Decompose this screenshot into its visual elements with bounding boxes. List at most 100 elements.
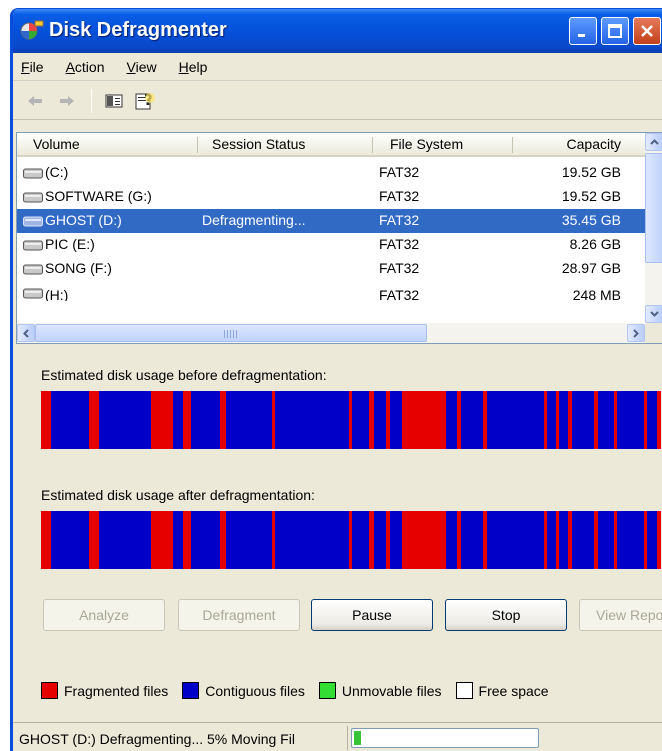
scroll-up-button[interactable] [645, 133, 662, 151]
scroll-down-button[interactable] [645, 305, 662, 323]
legend-label-fragmented: Fragmented files [64, 682, 169, 699]
drive-icon [23, 168, 43, 179]
stop-button[interactable]: Stop [445, 599, 567, 631]
fragmented-segment [369, 511, 374, 569]
back-arrow-icon [28, 95, 42, 106]
toolbar-separator [91, 88, 92, 113]
chevron-up-icon [649, 139, 659, 145]
file-system: FAT32 [379, 188, 420, 204]
volume-list[interactable]: Volume Session Status File System Capaci… [16, 132, 662, 344]
capacity: 19.52 GB [561, 188, 621, 204]
forward-button[interactable] [55, 89, 79, 113]
legend: Fragmented files Contiguous files Unmova… [41, 682, 563, 699]
fragmented-segment [41, 511, 51, 569]
volume-row[interactable]: (H:) FAT32 248 MB [17, 281, 645, 301]
fragmented-segment [386, 391, 390, 449]
chevron-left-icon [23, 328, 29, 338]
maximize-button[interactable] [601, 17, 629, 45]
scroll-left-button[interactable] [17, 324, 35, 342]
title-bar[interactable]: Disk Defragmenter [13, 9, 662, 53]
fragmented-segment [568, 391, 572, 449]
file-system: FAT32 [379, 260, 420, 276]
legend-swatch-fragmented [41, 682, 58, 699]
fragmented-segment [386, 511, 390, 569]
volume-row[interactable]: (C:) FAT32 19.52 GB [17, 161, 645, 185]
column-header-file-system[interactable]: File System [390, 136, 463, 152]
fragmented-segment [89, 511, 99, 569]
volume-name: (C:) [45, 164, 69, 180]
scroll-right-button[interactable] [627, 324, 645, 342]
volume-name: SONG (F:) [45, 260, 112, 276]
minimize-button[interactable] [569, 17, 597, 45]
capacity: 8.26 GB [569, 236, 621, 252]
show-hide-console-tree-button[interactable] [102, 89, 126, 113]
fragmented-segment [151, 511, 173, 569]
fragmented-segment [272, 391, 275, 449]
menu-action[interactable]: Action [66, 59, 105, 75]
volume-name: (H:) [45, 287, 69, 301]
chevron-down-icon [649, 311, 659, 317]
column-header-session-status[interactable]: Session Status [212, 136, 305, 152]
horizontal-scroll-thumb[interactable] [35, 324, 427, 342]
legend-swatch-contiguous [182, 682, 200, 699]
drive-icon [23, 216, 43, 227]
fragmented-segment [644, 391, 647, 449]
defragment-button[interactable]: Defragment [178, 599, 300, 631]
volume-row[interactable]: PIC (E:) FAT32 8.26 GB [17, 233, 645, 257]
close-icon [641, 25, 653, 37]
fragmented-segment [556, 511, 559, 569]
fragmented-segment [272, 511, 275, 569]
volume-list-header: Volume Session Status File System Capaci… [17, 133, 645, 157]
drive-icon [23, 240, 43, 251]
menu-view[interactable]: View [127, 59, 157, 75]
column-header-volume[interactable]: Volume [33, 136, 80, 152]
fragmented-segment [349, 511, 352, 569]
fragmented-segment [614, 391, 617, 449]
volume-name: SOFTWARE (G:) [45, 188, 152, 204]
menu-help[interactable]: Help [179, 59, 208, 75]
progress-fill [354, 731, 364, 745]
chevron-right-icon [633, 328, 639, 338]
analyze-button[interactable]: Analyze [43, 599, 165, 631]
scrollbar-corner [645, 323, 662, 343]
minimize-icon [578, 34, 585, 37]
fragmented-segment [594, 391, 598, 449]
pause-button[interactable]: Pause [311, 599, 433, 631]
fragmented-segment [183, 511, 191, 569]
column-header-capacity[interactable]: Capacity [567, 136, 621, 152]
fragmented-segment [594, 511, 598, 569]
legend-label-unmovable: Unmovable files [341, 682, 442, 699]
fragmented-segment [349, 391, 352, 449]
menu-file[interactable]: File [21, 59, 44, 75]
back-button[interactable] [23, 89, 47, 113]
fragmented-segment [544, 511, 547, 569]
usage-before-label: Estimated disk usage before defragmentat… [41, 367, 327, 383]
file-system: FAT32 [379, 164, 420, 180]
defrag-progress-bar [351, 728, 539, 748]
vertical-scroll-thumb[interactable] [645, 153, 662, 263]
capacity: 19.52 GB [561, 164, 621, 180]
volume-name: GHOST (D:) [45, 212, 122, 228]
volume-row[interactable]: SONG (F:) FAT32 28.97 GB [17, 257, 645, 281]
fragmented-segment [657, 511, 661, 569]
volume-row[interactable]: SOFTWARE (G:) FAT32 19.52 GB [17, 185, 645, 209]
help-button[interactable]: ? [134, 89, 158, 113]
view-report-button[interactable]: View Repo [579, 599, 662, 631]
horizontal-scrollbar[interactable] [17, 323, 645, 343]
status-text: GHOST (D:) Defragmenting... 5% Moving Fi… [19, 731, 295, 747]
fragmented-segment [220, 511, 226, 569]
vertical-scrollbar[interactable] [645, 133, 662, 323]
close-button[interactable] [633, 17, 661, 45]
legend-swatch-unmovable [318, 682, 336, 699]
legend-label-contiguous: Contiguous files [205, 682, 305, 699]
fragmented-segment [556, 391, 559, 449]
fragmented-segment [457, 391, 461, 449]
fragmented-segment [544, 391, 547, 449]
disk-defragmenter-window: Disk Defragmenter File Action View Help … [10, 8, 662, 751]
fragmented-segment [457, 511, 461, 569]
volume-row-selected[interactable]: GHOST (D:) Defragmenting... FAT32 35.45 … [17, 209, 645, 233]
fragmented-segment [41, 391, 51, 449]
usage-before-bar [41, 391, 661, 449]
toolbar: ? [13, 82, 662, 120]
window-title: Disk Defragmenter [49, 19, 227, 41]
